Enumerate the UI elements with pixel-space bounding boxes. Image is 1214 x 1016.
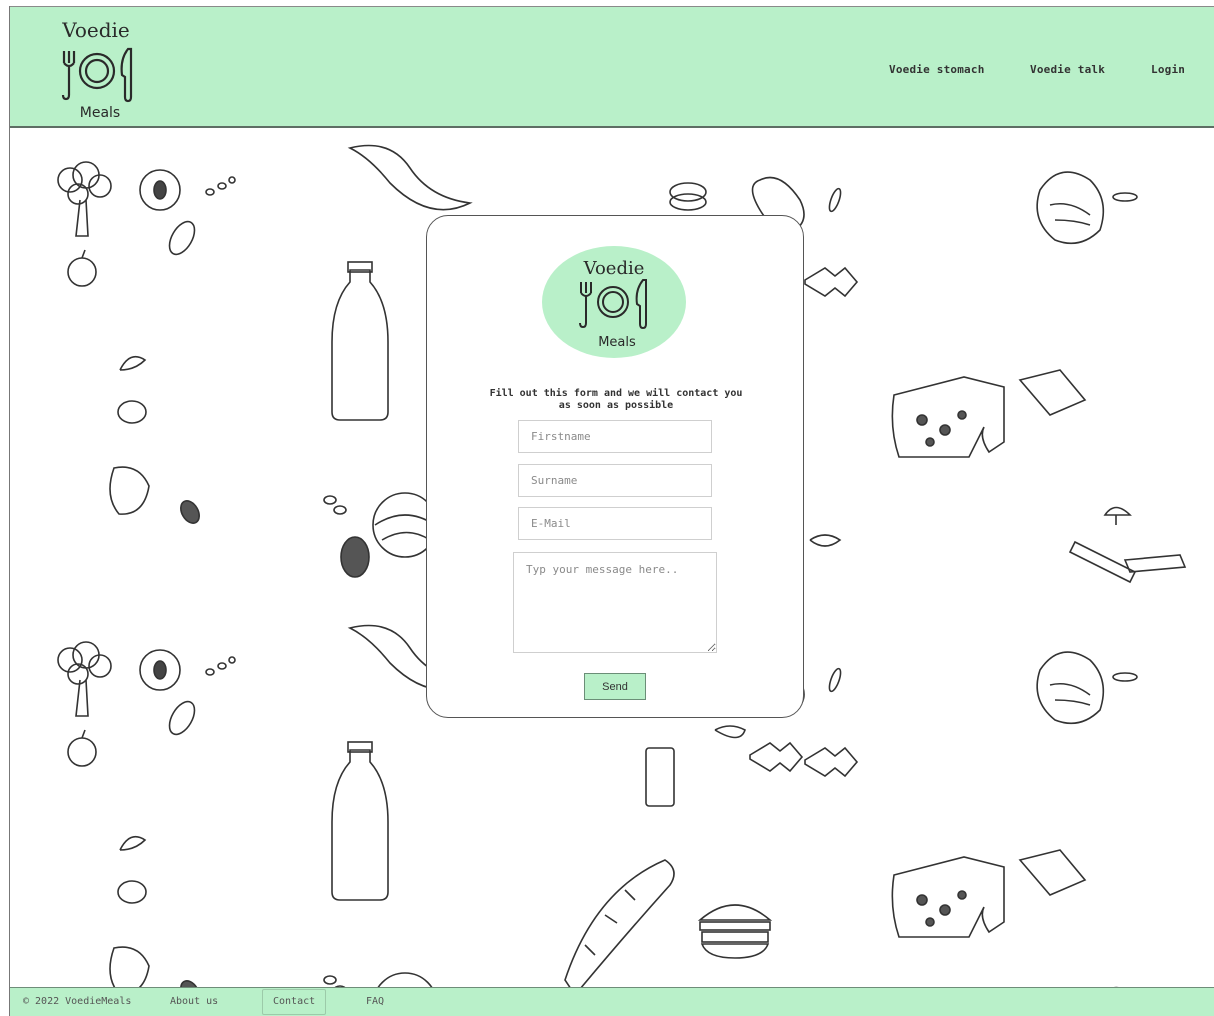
firstname-input[interactable] xyxy=(518,420,712,453)
voedie-logo[interactable]: Voedie Meals xyxy=(48,13,148,123)
nav-voedie-stomach[interactable]: Voedie stomach xyxy=(889,63,985,76)
form-intro-text: Fill out this form and we will contact y… xyxy=(427,388,805,412)
surname-input[interactable] xyxy=(518,464,712,497)
site-footer: © 2022 VoedieMeals About us Contact FAQ xyxy=(10,987,1214,1016)
footer-link-about-us[interactable]: About us xyxy=(170,988,218,1016)
contact-form-card: Voedie Meals Fill out this form and we w… xyxy=(426,215,804,718)
card-logo-top-text: Voedie xyxy=(583,258,645,279)
email-input[interactable] xyxy=(518,507,712,540)
nav-login[interactable]: Login xyxy=(1151,63,1185,76)
logo-bottom-text: Meals xyxy=(80,105,120,121)
form-intro-line-2: as soon as possible xyxy=(558,400,674,411)
page: Voedie Meals Voedie stomach Voedie talk … xyxy=(9,6,1214,1016)
footer-link-faq[interactable]: FAQ xyxy=(366,988,384,1016)
nav-voedie-talk[interactable]: Voedie talk xyxy=(1030,63,1105,76)
footer-link-contact[interactable]: Contact xyxy=(262,989,327,1015)
message-textarea[interactable] xyxy=(513,552,717,653)
send-button[interactable]: Send xyxy=(584,673,646,700)
logo-top-text: Voedie xyxy=(61,18,130,42)
card-logo: Voedie Meals xyxy=(542,246,686,358)
form-intro-line-1: Fill out this form and we will contact y… xyxy=(489,388,743,399)
copyright-text: © 2022 VoedieMeals xyxy=(23,996,132,1007)
site-header: Voedie Meals Voedie stomach Voedie talk … xyxy=(10,6,1214,128)
card-logo-bottom-text: Meals xyxy=(598,335,636,350)
plate-fork-knife-icon xyxy=(61,47,133,103)
